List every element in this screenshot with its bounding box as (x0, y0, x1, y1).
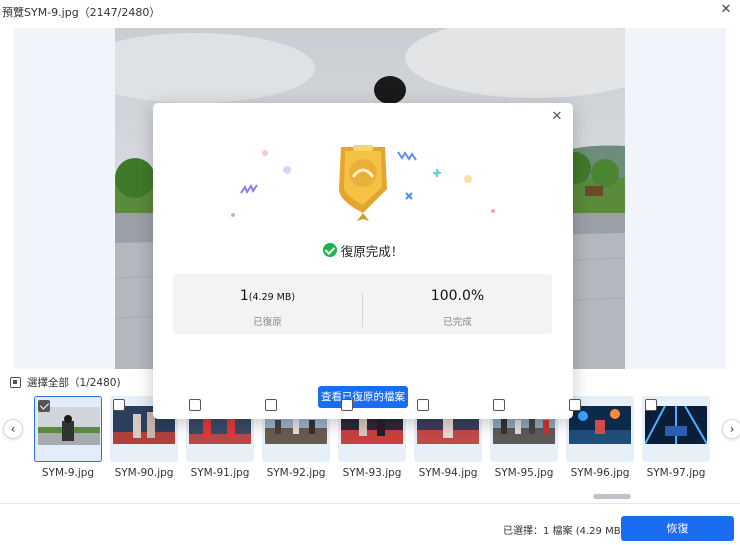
thumbnail-label: SYM-92.jpg (266, 467, 326, 479)
thumbnail-label: SYM-95.jpg (494, 467, 554, 479)
thumbnail-checkbox[interactable] (341, 399, 353, 411)
selection-status: 已選擇：1 檔案 (4.29 MB) (503, 526, 625, 537)
recover-button[interactable]: 恢復 (621, 516, 734, 541)
recovery-stats-panel: 1(4.29 MB) 已復原 100.0% 已完成 (173, 274, 552, 334)
thumbnail-image (38, 407, 100, 445)
thumbnail-label: SYM-9.jpg (41, 467, 95, 479)
thumbnail-checkbox[interactable] (417, 399, 429, 411)
thumbnail-checkbox[interactable] (113, 399, 125, 411)
recovered-size: (4.29 MB) (248, 292, 296, 303)
thumbnail-label: SYM-96.jpg (570, 467, 630, 479)
window-title: 預覽SYM-9.jpg（2147/2480） (2, 6, 161, 19)
recovered-label: 已復原 (253, 317, 282, 328)
view-recovered-files-button[interactable]: 查看已復原的檔案 (318, 386, 408, 408)
chevron-left-icon[interactable]: ‹ (3, 419, 23, 439)
recovered-value: 1(4.29 MB) (173, 288, 362, 304)
thumbnail-checkbox[interactable] (265, 399, 277, 411)
thumbnail-checkbox[interactable] (569, 399, 581, 411)
select-all[interactable]: 選擇全部（1/2480) (10, 374, 121, 390)
thumbnail-checkbox[interactable] (38, 400, 50, 412)
recovered-stat: 1(4.29 MB) 已復原 (173, 274, 362, 334)
completed-label: 已完成 (443, 317, 472, 328)
thumbnail-item[interactable] (34, 396, 102, 462)
thumbnail-image (569, 406, 631, 444)
thumbnail-checkbox[interactable] (493, 399, 505, 411)
recovery-done-row: 復原完成！ (153, 241, 573, 259)
thumbnail-label: SYM-91.jpg (190, 467, 250, 479)
thumbnail-item[interactable] (566, 396, 634, 462)
check-circle-icon (322, 243, 337, 257)
thumbnail-label: SYM-97.jpg (646, 467, 706, 479)
close-icon[interactable]: ✕ (549, 109, 565, 125)
gold-trophy-badge-icon (213, 133, 513, 233)
thumbnail-label: SYM-90.jpg (114, 467, 174, 479)
recovered-count: 1 (239, 288, 249, 304)
select-all-checkbox[interactable] (10, 376, 21, 388)
select-all-label: 選擇全部（1/2480) (27, 376, 121, 389)
recovery-done-text: 復原完成！ (340, 243, 404, 259)
footer-divider (0, 503, 740, 504)
thumbnail-image (645, 406, 707, 444)
close-icon[interactable]: ✕ (718, 2, 734, 18)
chevron-right-icon[interactable]: › (722, 419, 740, 439)
thumbnail-item[interactable] (642, 396, 710, 462)
horizontal-scrollbar[interactable] (593, 494, 631, 499)
title-bar: 預覽SYM-9.jpg（2147/2480） ✕ (0, 0, 740, 24)
thumbnail-label: SYM-93.jpg (342, 467, 402, 479)
recovery-complete-dialog: ✕ 復原完成！ 1(4.29 MB) 已復原 100.0% 已完成 查看已復原的… (153, 103, 573, 419)
completed-percent: 100.0% (430, 288, 485, 304)
thumbnail-label: SYM-94.jpg (418, 467, 478, 479)
thumbnail-checkbox[interactable] (645, 399, 657, 411)
completed-stat: 100.0% 已完成 (363, 274, 552, 334)
thumbnail-checkbox[interactable] (189, 399, 201, 411)
